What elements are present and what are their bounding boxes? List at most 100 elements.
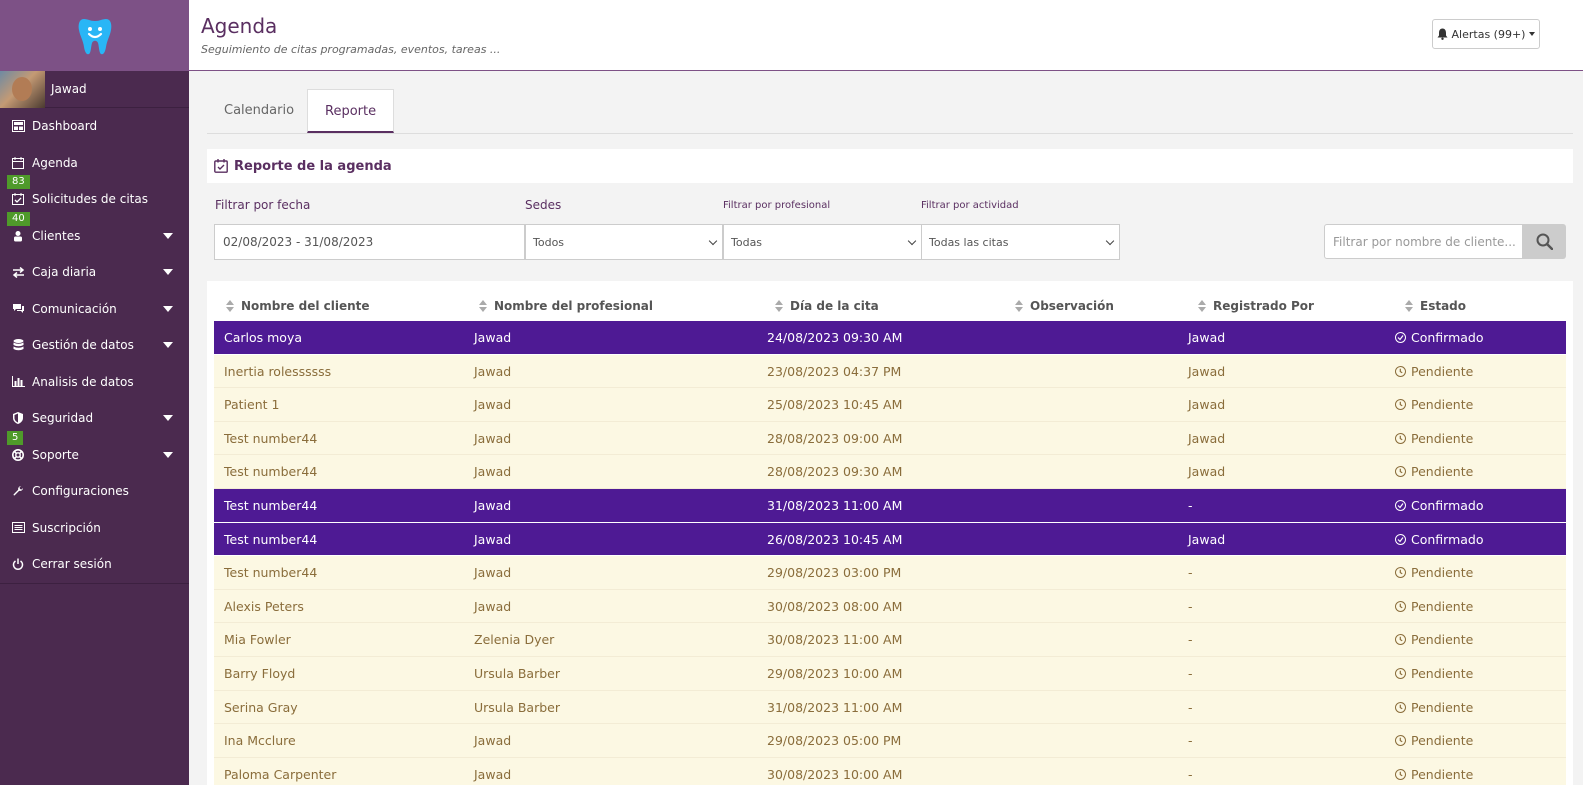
table-header: Nombre del cliente Nombre del profesiona…: [214, 293, 1566, 319]
column-header-profesional[interactable]: Nombre del profesional: [479, 293, 653, 319]
cell-cliente: Mia Fowler: [224, 632, 291, 648]
column-header-dia[interactable]: Día de la cita: [775, 293, 879, 319]
chevron-down-icon: [163, 342, 173, 349]
bar-chart-icon: [11, 375, 25, 389]
actividad-select[interactable]: Todas las citas: [921, 224, 1120, 260]
sedes-select[interactable]: Todos: [525, 224, 723, 260]
table-row[interactable]: Test number44 Jawad 31/08/2023 11:00 AM - Co…: [214, 488, 1566, 523]
cell-profesional: Jawad: [474, 766, 512, 782]
cell-estado: Pendiente: [1395, 590, 1473, 623]
column-header-cliente[interactable]: Nombre del cliente: [226, 293, 370, 319]
table-row[interactable]: Test number44 Jawad 29/08/2023 03:00 PM - Pe…: [214, 556, 1566, 590]
table-row[interactable]: Inertia rolessssss Jawad 23/08/2023 04:37 …: [214, 354, 1566, 389]
shield-icon: [11, 411, 25, 425]
agenda-count-badge: 83: [7, 175, 30, 189]
table-row[interactable]: Ina Mcclure Jawad 29/08/2023 05:00 PM - Pend…: [214, 724, 1566, 758]
cell-dia: 31/08/2023 11:00 AM: [767, 699, 903, 715]
column-label: Día de la cita: [790, 299, 879, 313]
users-icon: [11, 229, 25, 243]
table-row[interactable]: Serina Gray Ursula Barber 31/08/2023 11:00…: [214, 690, 1566, 725]
chevron-down-icon: [1105, 236, 1115, 246]
column-header-observacion[interactable]: Observación: [1015, 293, 1114, 319]
sidebar-item-cerrar-sesion[interactable]: Cerrar sesión: [0, 546, 189, 583]
sidebar-item-seguridad[interactable]: Seguridad 5: [0, 400, 189, 445]
sidebar-divider: [0, 583, 189, 584]
date-range-input[interactable]: 02/08/2023 - 31/08/2023: [214, 224, 525, 260]
status-label: Pendiente: [1411, 766, 1474, 782]
chevron-down-icon: [163, 451, 173, 458]
sidebar-item-label: Seguridad: [32, 411, 94, 426]
cell-registrado: Jawad: [1188, 330, 1226, 345]
cell-estado: Pendiente: [1395, 758, 1473, 785]
tab-bar: Calendario Reporte: [207, 89, 1573, 134]
table-row[interactable]: Test number44 Jawad 28/08/2023 09:00 AM Jaw…: [214, 421, 1566, 456]
column-label: Registrado Por: [1213, 299, 1314, 313]
sidebar-item-gestion-datos[interactable]: Gestión de datos: [0, 327, 189, 364]
table-row[interactable]: Barry Floyd Ursula Barber 29/08/2023 10:00…: [214, 656, 1566, 691]
cell-estado: Pendiente: [1395, 455, 1473, 488]
cell-estado: Confirmado: [1395, 489, 1484, 522]
profesional-value: Todas: [731, 235, 763, 249]
cell-estado: Pendiente: [1395, 724, 1473, 757]
cell-registrado: Jawad: [1188, 464, 1226, 480]
calendar-check-icon: [11, 192, 25, 206]
search-button[interactable]: [1523, 224, 1566, 259]
sidebar-item-label: Clientes: [32, 228, 81, 243]
date-filter-label: Filtrar por fecha: [215, 198, 311, 212]
cell-dia: 29/08/2023 03:00 PM: [767, 565, 902, 581]
table-row[interactable]: Patient 1 Jawad 25/08/2023 10:45 AM Jawad Pe…: [214, 388, 1566, 422]
cell-dia: 30/08/2023 10:00 AM: [767, 766, 903, 782]
sidebar-item-configuraciones[interactable]: Configuraciones: [0, 473, 189, 510]
sidebar-item-label: Analisis de datos: [32, 374, 134, 389]
page-title: Agenda: [201, 14, 278, 38]
tab-reporte[interactable]: Reporte: [307, 89, 395, 133]
sidebar-item-soporte[interactable]: Soporte: [0, 437, 189, 474]
status-label: Pendiente: [1411, 632, 1474, 648]
sidebar-item-agenda[interactable]: Agenda 83: [0, 145, 189, 189]
cell-profesional: Jawad: [474, 330, 512, 345]
check-circle-icon: [1395, 533, 1406, 545]
cell-profesional: Jawad: [474, 733, 512, 749]
client-search-input[interactable]: Filtrar por nombre de cliente...: [1324, 224, 1523, 259]
actividad-filter-label: Filtrar por actividad: [921, 200, 1019, 211]
cell-profesional: Ursula Barber: [474, 699, 560, 715]
clock-icon: [1395, 399, 1406, 411]
sidebar-item-label: Suscripción: [32, 520, 101, 535]
cell-profesional: Jawad: [474, 363, 512, 379]
profesional-select[interactable]: Todas: [723, 224, 922, 260]
sidebar-item-analisis[interactable]: Analisis de datos: [0, 364, 189, 401]
bell-icon: [1437, 28, 1448, 40]
sidebar-item-suscripcion[interactable]: Suscripción: [0, 510, 189, 547]
sidebar-item-caja-diaria[interactable]: Caja diaria: [0, 254, 189, 291]
cell-cliente: Inertia rolessssss: [224, 363, 332, 379]
sidebar-item-label: Soporte: [32, 447, 79, 462]
avatar: [0, 70, 45, 108]
clock-icon: [1395, 735, 1406, 747]
sidebar-item-label: Comunicación: [32, 301, 117, 316]
tab-calendario[interactable]: Calendario: [207, 89, 311, 133]
table-row[interactable]: Test number44 Jawad 28/08/2023 09:30 AM Jaw…: [214, 455, 1566, 489]
cell-cliente: Test number44: [224, 464, 318, 480]
user-name: Jawad: [51, 82, 87, 96]
column-header-registrado[interactable]: Registrado Por: [1198, 293, 1314, 319]
sedes-value: Todos: [533, 235, 565, 249]
cell-profesional: Jawad: [474, 464, 512, 480]
status-label: Pendiente: [1411, 733, 1474, 749]
table-row[interactable]: Alexis Peters Jawad 30/08/2023 08:00 AM - Pe…: [214, 589, 1566, 624]
sidebar-item-dashboard[interactable]: Dashboard: [0, 108, 189, 145]
user-profile[interactable]: Jawad: [0, 70, 189, 108]
table-row[interactable]: Carlos moya Jawad 24/08/2023 09:30 AM Jawad…: [214, 321, 1566, 355]
cell-dia: 24/08/2023 09:30 AM: [767, 330, 903, 345]
sidebar-item-comunicacion[interactable]: Comunicación: [0, 291, 189, 328]
seguridad-count-badge: 5: [7, 430, 24, 445]
cell-registrado: Jawad: [1188, 363, 1226, 379]
column-header-estado[interactable]: Estado: [1405, 293, 1466, 319]
alerts-button[interactable]: Alertas (99+): [1432, 19, 1540, 49]
table-row[interactable]: Paloma Carpenter Jawad 30/08/2023 10:00 AM…: [214, 757, 1566, 785]
table-row[interactable]: Mia Fowler Zelenia Dyer 30/08/2023 11:00 A…: [214, 623, 1566, 657]
cell-dia: 25/08/2023 10:45 AM: [767, 397, 903, 413]
table-row[interactable]: Test number44 Jawad 26/08/2023 10:45 AM Jaw…: [214, 522, 1566, 557]
sort-icon: [226, 300, 234, 312]
cell-registrado: -: [1188, 733, 1193, 749]
clock-icon: [1395, 701, 1406, 713]
